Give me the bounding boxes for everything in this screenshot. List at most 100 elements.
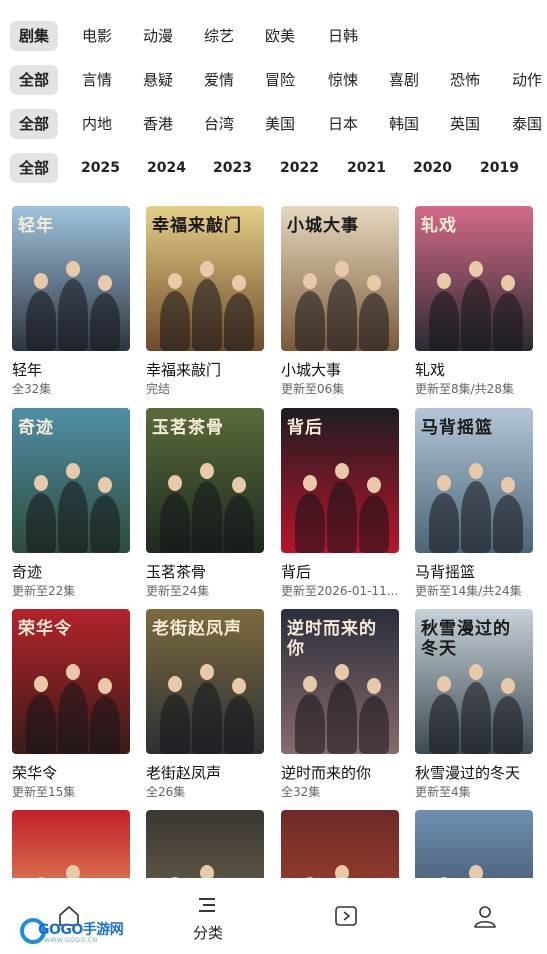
show-poster[interactable]: 背后 [281,408,399,553]
show-title: 逆时而来的你 [281,764,372,782]
poster-figure [295,291,325,351]
region-filter-3[interactable]: 台湾 [204,109,234,139]
poster-figure [359,495,389,553]
tab-category[interactable]: 分类 [158,878,258,954]
genre-filter-2[interactable]: 悬疑 [143,65,173,95]
poster-figure [295,694,325,754]
region-filter-5[interactable]: 日本 [328,109,358,139]
show-status: 全32集 [281,785,321,799]
region-filter-2[interactable]: 香港 [143,109,173,139]
show-card[interactable]: 老街赵凤声 老街赵凤声 全26集 [146,609,264,800]
genre-filter-4[interactable]: 冒险 [265,65,295,95]
show-poster[interactable]: 幸福来敲门 [146,206,264,351]
year-filter-1[interactable]: 2025 [81,153,120,183]
show-poster[interactable] [281,810,399,878]
show-poster[interactable] [12,810,130,878]
poster-figure-head [66,664,80,680]
tab-category-label: 分类 [192,924,223,942]
genre-filter-1[interactable]: 言情 [82,65,112,95]
poster-figure-head [367,477,381,493]
type-filter-3[interactable]: 综艺 [204,21,234,51]
year-filter-4[interactable]: 2022 [280,153,319,183]
show-poster[interactable]: 秋雪漫过的冬天 [415,609,533,754]
show-poster[interactable]: 轻年 [12,206,130,351]
year-filter-2[interactable]: 2024 [147,153,186,183]
show-title: 老街赵凤声 [146,764,222,782]
show-poster[interactable]: 荣华令 [12,609,130,754]
poster-figure-head [303,273,317,289]
year-filter-5[interactable]: 2021 [347,153,386,183]
year-filter-0[interactable]: 全部 [10,153,58,183]
poster-title: 马背摇篮 [421,418,493,438]
show-title: 马背摇篮 [415,563,476,581]
year-filter-6[interactable]: 2020 [413,153,452,183]
region-filter-1[interactable]: 内地 [82,109,112,139]
type-filter-0[interactable]: 剧集 [10,21,58,51]
show-card[interactable] [12,810,130,878]
show-card[interactable] [146,810,264,878]
poster-figure [192,279,222,351]
type-filter-5[interactable]: 日韩 [328,21,358,51]
genre-filter-8[interactable]: 动作 [512,65,542,95]
genre-filter-row: 全部 言情 悬疑 爱情 冒险 惊悚 喜剧 恐怖 动作 [0,65,547,95]
region-filter-4[interactable]: 美国 [265,109,295,139]
show-card[interactable] [281,810,399,878]
region-filter-0[interactable]: 全部 [10,109,58,139]
show-title: 轻年 [12,361,43,379]
tab-video[interactable] [296,878,396,954]
genre-filter-5[interactable]: 惊悚 [328,65,358,95]
show-card[interactable]: 小城大事 小城大事 更新至06集 [281,206,399,397]
poster-title: 奇迹 [18,418,54,438]
region-filter-7[interactable]: 英国 [450,109,480,139]
tab-profile[interactable] [435,878,535,954]
region-filter-8[interactable]: 泰国 [512,109,542,139]
show-card[interactable]: 背后 背后 更新至2026-01-11... [281,408,399,599]
year-filter-7[interactable]: 2019 [480,153,519,183]
region-filter-6[interactable]: 韩国 [389,109,419,139]
show-card[interactable]: 奇迹 奇迹 更新至22集 [12,408,130,599]
show-poster[interactable]: 玉茗茶骨 [146,408,264,553]
show-card[interactable]: 玉茗茶骨 玉茗茶骨 更新至24集 [146,408,264,599]
show-status: 更新至14集/共24集 [415,584,522,598]
show-title: 幸福来敲门 [146,361,222,379]
show-card[interactable]: 秋雪漫过的冬天 秋雪漫过的冬天 更新至4集 [415,609,533,800]
poster-figure [90,696,120,754]
show-poster[interactable] [146,810,264,878]
poster-figure-head [34,676,48,692]
show-card[interactable]: 轻年 轻年 全32集 [12,206,130,397]
show-card[interactable]: 幸福来敲门 幸福来敲门 完结 [146,206,264,397]
show-status: 更新至4集 [415,785,471,799]
poster-figure-head [469,463,483,479]
show-poster[interactable]: 老街赵凤声 [146,609,264,754]
show-status: 完结 [146,382,171,396]
show-status: 更新至06集 [281,382,345,396]
poster-figure [359,696,389,754]
genre-filter-3[interactable]: 爱情 [204,65,234,95]
type-filter-4[interactable]: 欧美 [265,21,295,51]
show-status: 更新至8集/共28集 [415,382,514,396]
show-poster[interactable]: 马背摇篮 [415,408,533,553]
show-poster[interactable]: 逆时而来的你 [281,609,399,754]
show-poster[interactable] [415,810,533,878]
poster-figure [461,682,491,754]
show-poster[interactable]: 奇迹 [12,408,130,553]
genre-filter-7[interactable]: 恐怖 [450,65,480,95]
poster-figure-head [501,678,515,694]
show-title: 荣华令 [12,764,58,782]
genre-filter-6[interactable]: 喜剧 [389,65,419,95]
show-card[interactable] [415,810,533,878]
poster-figure [493,495,523,553]
show-poster[interactable]: 小城大事 [281,206,399,351]
show-card[interactable]: 逆时而来的你 逆时而来的你 全32集 [281,609,399,800]
genre-filter-0[interactable]: 全部 [10,65,58,95]
type-filter-2[interactable]: 动漫 [143,21,173,51]
poster-figure-head [232,477,246,493]
show-card[interactable]: 荣华令 荣华令 更新至15集 [12,609,130,800]
show-poster[interactable]: 轧戏 [415,206,533,351]
poster-figure [224,495,254,553]
show-card[interactable]: 马背摇篮 马背摇篮 更新至14集/共24集 [415,408,533,599]
type-filter-1[interactable]: 电影 [82,21,112,51]
show-card[interactable]: 轧戏 轧戏 更新至8集/共28集 [415,206,533,397]
poster-figure-head [303,475,317,491]
year-filter-3[interactable]: 2023 [213,153,252,183]
